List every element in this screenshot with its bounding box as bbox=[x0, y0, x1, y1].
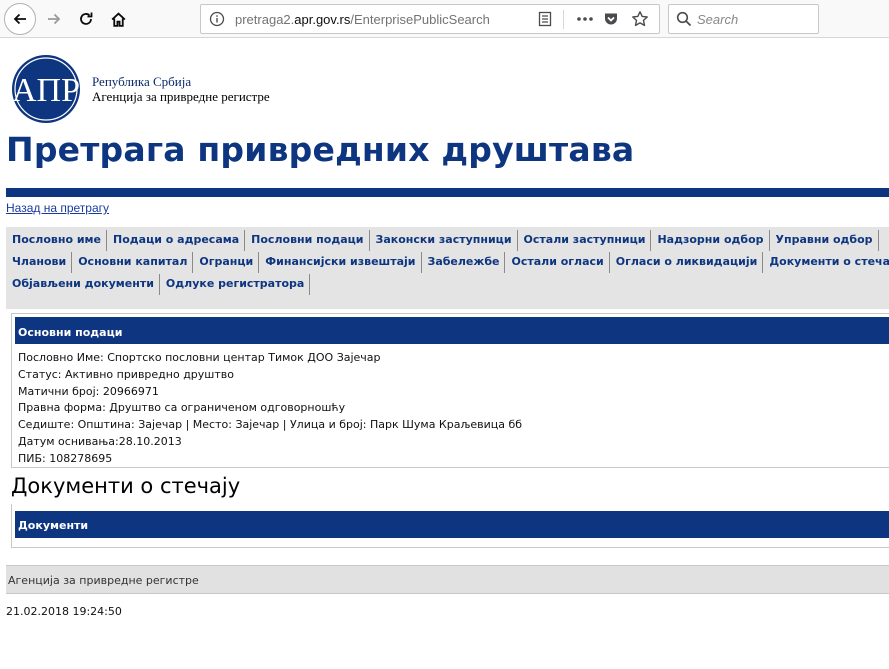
search-input[interactable] bbox=[697, 9, 812, 29]
search-icon bbox=[676, 11, 692, 27]
tab-liquidation-notices[interactable]: Огласи о ликвидацији bbox=[610, 252, 764, 273]
field-status: Статус: Активно привредно друштво bbox=[18, 367, 234, 381]
tab-row-3: Објављени документи Одлуке регистратора bbox=[6, 274, 311, 296]
back-to-search-link[interactable]: Назад на претрагу bbox=[6, 201, 109, 215]
tab-branches[interactable]: Огранци bbox=[193, 252, 260, 273]
bankruptcy-section-title: Документи о стечају bbox=[11, 474, 241, 498]
field-business-name: Пословно Име: Спортско пословни центар Т… bbox=[18, 351, 381, 364]
section-tabs: Пословно име Подаци о адресама Пословни … bbox=[6, 227, 889, 309]
back-button[interactable] bbox=[4, 3, 36, 35]
svg-text:АПР: АПР bbox=[12, 72, 80, 109]
browser-toolbar: pretraga2.apr.gov.rs/EnterprisePublicSea… bbox=[0, 0, 889, 38]
logo-caption: Република Србија Агенција за привредне р… bbox=[92, 74, 270, 104]
reload-icon bbox=[80, 12, 93, 25]
pocket-icon[interactable] bbox=[603, 11, 619, 27]
tab-other-notices[interactable]: Остали огласи bbox=[505, 252, 610, 273]
tab-addresses[interactable]: Подаци о адресама bbox=[107, 230, 246, 251]
basic-data-panel: Основни подаци Пословно Име: Спортско по… bbox=[11, 313, 889, 468]
forward-button[interactable] bbox=[38, 3, 70, 35]
tab-registrar-decisions[interactable]: Одлуке регистратора bbox=[160, 274, 311, 295]
tab-published-documents[interactable]: Објављени документи bbox=[6, 274, 160, 295]
tab-other-representatives[interactable]: Остали заступници bbox=[518, 230, 652, 251]
field-founding-date: Датум оснивања:28.10.2013 bbox=[18, 434, 182, 448]
home-button[interactable] bbox=[102, 3, 134, 35]
logo-line-agency: Агенција за привредне регистре bbox=[92, 89, 270, 104]
reload-button[interactable] bbox=[70, 3, 102, 35]
reader-view-icon[interactable] bbox=[537, 11, 553, 27]
bookmark-star-icon[interactable] bbox=[631, 10, 649, 28]
tab-legal-representatives[interactable]: Законски заступници bbox=[370, 230, 518, 251]
footer-agency: Агенција за привредне регистре bbox=[6, 565, 889, 594]
tab-financial-reports[interactable]: Финансијски извештаји bbox=[259, 252, 422, 273]
logo-line-republic: Република Србија bbox=[92, 74, 192, 89]
tab-members[interactable]: Чланови bbox=[6, 252, 73, 273]
documents-panel: Документи bbox=[11, 504, 889, 548]
field-legal-form: Правна форма: Друштво са ограниченом одг… bbox=[18, 401, 346, 415]
page-title: Претрага привредних друштава bbox=[6, 130, 635, 169]
apr-logo: АПР bbox=[12, 55, 80, 123]
url-bar[interactable]: pretraga2.apr.gov.rs/EnterprisePublicSea… bbox=[200, 4, 660, 34]
footer-timestamp: 21.02.2018 19:24:50 bbox=[6, 605, 122, 618]
tab-business-data[interactable]: Пословни подаци bbox=[245, 230, 370, 251]
basic-data-fields: Пословно Име: Спортско пословни центар Т… bbox=[18, 350, 522, 468]
more-actions-icon[interactable] bbox=[575, 10, 595, 28]
url-text[interactable]: pretraga2.apr.gov.rs/EnterprisePublicSea… bbox=[235, 12, 499, 27]
tab-supervisory-board[interactable]: Надзорни одбор bbox=[651, 230, 770, 251]
field-registration-number: Матични број: 20966971 bbox=[18, 384, 159, 398]
home-icon bbox=[111, 11, 125, 27]
search-bar[interactable] bbox=[668, 4, 819, 34]
documents-heading: Документи bbox=[15, 511, 889, 538]
tab-bankruptcy-documents[interactable]: Документи о стечају bbox=[763, 252, 889, 273]
url-path: /EnterprisePublicSearch bbox=[350, 12, 490, 27]
url-separator bbox=[563, 10, 564, 29]
tab-business-name[interactable]: Пословно име bbox=[6, 230, 108, 251]
tab-share-capital[interactable]: Основни капитал bbox=[72, 252, 194, 273]
tab-row-1: Пословно име Подаци о адресама Пословни … bbox=[6, 230, 879, 252]
basic-data-heading: Основни подаци bbox=[15, 317, 889, 344]
field-tax-id: ПИБ: 108278695 bbox=[18, 451, 113, 465]
url-prefix: pretraga2. bbox=[235, 12, 295, 27]
field-seat: Седиште: Општина: Зајечар | Место: Зајеч… bbox=[18, 418, 523, 432]
info-icon[interactable] bbox=[209, 11, 225, 27]
tab-notes[interactable]: Забележбе bbox=[422, 252, 506, 273]
arrow-left-icon bbox=[13, 13, 26, 25]
arrow-right-icon bbox=[48, 13, 61, 25]
tab-row-2: Чланови Основни капитал Огранци Финансиј… bbox=[6, 252, 889, 274]
url-host: apr.gov.rs bbox=[294, 12, 351, 27]
header-divider bbox=[6, 188, 889, 197]
tab-management-board[interactable]: Управни одбор bbox=[770, 230, 879, 251]
